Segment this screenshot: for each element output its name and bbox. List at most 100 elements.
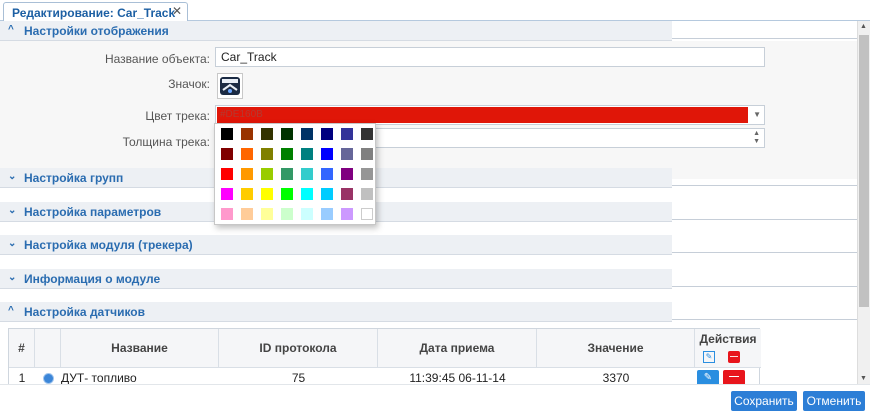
col-header-protocol-id[interactable]: ID протокола	[219, 329, 378, 367]
color-swatch[interactable]	[281, 188, 293, 200]
close-icon[interactable]: ✕	[172, 4, 182, 18]
dialog-footer: Сохранить Отменить	[0, 384, 870, 414]
color-swatch[interactable]	[241, 128, 253, 140]
delete-all-icon[interactable]: —	[728, 351, 740, 363]
scroll-up-icon[interactable]: ▲	[860, 23, 867, 30]
color-swatch[interactable]	[321, 208, 333, 220]
section-sensors[interactable]: ^ Настройка датчиков	[0, 302, 857, 322]
color-swatch[interactable]	[221, 148, 233, 160]
color-swatch[interactable]	[341, 188, 353, 200]
color-swatch[interactable]	[281, 168, 293, 180]
track-color-field[interactable]: #DE160B ▼	[215, 105, 765, 125]
tab-title: Редактирование: Car_Track	[12, 6, 176, 20]
chevron-up-icon: ^	[8, 24, 14, 35]
color-swatch[interactable]	[261, 188, 273, 200]
section-title: Настройка параметров	[24, 205, 162, 219]
status-dot-icon	[35, 369, 61, 384]
row-num: 1	[18, 371, 26, 384]
color-swatch[interactable]	[281, 128, 293, 140]
color-swatch[interactable]	[241, 188, 253, 200]
cancel-button[interactable]: Отменить	[803, 391, 865, 411]
chevron-down-icon: ⌄	[8, 272, 17, 283]
color-label: Цвет трека:	[145, 109, 210, 123]
color-swatch[interactable]	[361, 128, 373, 140]
color-swatch[interactable]	[281, 148, 293, 160]
object-name-input[interactable]	[215, 47, 765, 67]
section-groups[interactable]: ⌄ Настройка групп	[0, 168, 857, 188]
color-value: #DE160B	[217, 107, 748, 123]
section-title: Настройки отображения	[24, 24, 169, 38]
thickness-label: Толщина трека:	[122, 135, 210, 149]
color-swatch[interactable]	[221, 128, 233, 140]
color-swatch[interactable]	[221, 208, 233, 220]
color-swatch[interactable]	[301, 168, 313, 180]
color-swatch[interactable]	[361, 208, 373, 220]
color-swatch[interactable]	[341, 208, 353, 220]
vertical-scrollbar[interactable]: ▲ ▼	[857, 21, 870, 384]
color-swatch[interactable]	[301, 148, 313, 160]
col-header-value[interactable]: Значение	[537, 329, 695, 367]
section-title: Настройка модуля (трекера)	[24, 238, 193, 252]
edit-sensor-button[interactable]: ✎	[697, 370, 719, 384]
color-swatch[interactable]	[241, 148, 253, 160]
color-swatch[interactable]	[321, 128, 333, 140]
name-label: Название объекта:	[104, 52, 210, 66]
row-name: ДУТ- топливо	[61, 371, 137, 384]
color-swatch[interactable]	[361, 168, 373, 180]
sensors-table: # Название ID протокола Дата приема Знач…	[8, 328, 761, 384]
color-swatch[interactable]	[261, 168, 273, 180]
chevron-up-icon: ^	[8, 305, 14, 316]
color-swatch[interactable]	[261, 148, 273, 160]
chevron-down-icon[interactable]: ▼	[753, 110, 761, 119]
col-header-received[interactable]: Дата приема	[378, 329, 537, 367]
color-swatch[interactable]	[321, 168, 333, 180]
color-swatch[interactable]	[341, 148, 353, 160]
color-swatch[interactable]	[221, 168, 233, 180]
color-swatch[interactable]	[301, 188, 313, 200]
color-swatch[interactable]	[261, 208, 273, 220]
col-header-name[interactable]: Название	[61, 329, 219, 367]
color-swatch[interactable]	[301, 208, 313, 220]
tab-edit-object[interactable]: Редактирование: Car_Track ✕	[3, 2, 188, 22]
color-swatch[interactable]	[361, 188, 373, 200]
section-title: Информация о модуле	[24, 272, 161, 286]
chevron-down-icon: ⌄	[8, 238, 17, 249]
section-title: Настройка датчиков	[24, 305, 146, 319]
color-swatch[interactable]	[361, 148, 373, 160]
row-value: 3370	[602, 371, 630, 384]
delete-sensor-button[interactable]: —	[723, 370, 745, 384]
actions-label: Действия	[699, 332, 757, 346]
section-module-info[interactable]: ⌄ Информация о модуле	[0, 269, 857, 289]
color-palette	[214, 123, 376, 225]
icon-label: Значок:	[168, 77, 210, 91]
tab-strip: Редактирование: Car_Track ✕	[0, 0, 870, 22]
color-swatch[interactable]	[321, 188, 333, 200]
chevron-down-icon: ⌄	[8, 171, 17, 182]
color-swatch[interactable]	[261, 128, 273, 140]
color-swatch[interactable]	[301, 128, 313, 140]
scroll-down-icon[interactable]: ▼	[860, 375, 867, 382]
scrollbar-thumb[interactable]	[859, 35, 869, 307]
spinner-icon[interactable]: ▲ ▼	[753, 130, 760, 146]
color-swatch[interactable]	[221, 188, 233, 200]
object-icon-picker[interactable]	[217, 73, 243, 99]
col-header-num: #	[9, 329, 35, 367]
col-header-indicator	[35, 329, 61, 367]
row-protocol-id: 75	[291, 371, 306, 384]
color-swatch[interactable]	[341, 168, 353, 180]
row-received: 11:39:45 06-11-14	[409, 371, 506, 384]
edit-all-icon[interactable]: ✎	[703, 351, 715, 363]
section-params[interactable]: ⌄ Настройка параметров	[0, 202, 857, 222]
vehicle-icon	[220, 77, 240, 95]
color-swatch[interactable]	[321, 148, 333, 160]
save-button[interactable]: Сохранить	[731, 391, 797, 411]
color-swatch[interactable]	[281, 208, 293, 220]
color-swatch[interactable]	[241, 168, 253, 180]
color-swatch[interactable]	[341, 128, 353, 140]
section-module-tracker[interactable]: ⌄ Настройка модуля (трекера)	[0, 235, 857, 255]
chevron-down-icon: ⌄	[8, 205, 17, 216]
section-display-settings[interactable]: ^ Настройки отображения	[0, 21, 857, 41]
section-title: Настройка групп	[24, 171, 124, 185]
editor-content: ^ Настройки отображения Название объекта…	[0, 21, 857, 384]
color-swatch[interactable]	[241, 208, 253, 220]
